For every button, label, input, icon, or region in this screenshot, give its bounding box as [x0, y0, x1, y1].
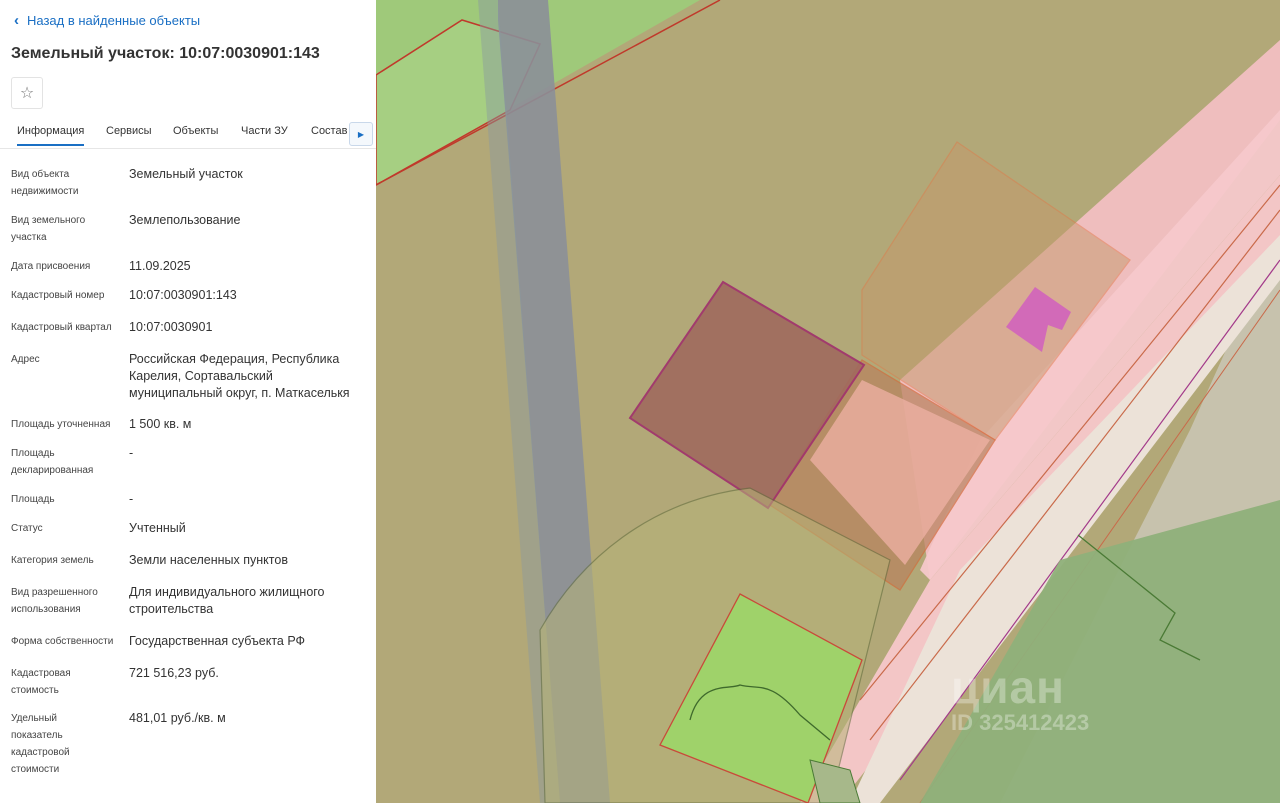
- tab-services[interactable]: Сервисы: [106, 125, 152, 137]
- tab-composition[interactable]: Состав: [311, 125, 347, 137]
- tab-info[interactable]: Информация: [17, 125, 85, 146]
- detail-label: Удельный показатель кадастровой стоимост…: [11, 713, 70, 775]
- cadastral-map[interactable]: циан ID 325412423: [376, 0, 1280, 803]
- detail-label: Кадастровая стоимость: [11, 668, 71, 696]
- detail-label: Дата присвоения: [11, 261, 91, 272]
- page-title: Земельный участок: 10:07:0030901:143: [11, 45, 320, 62]
- detail-value: Государственная субъекта РФ: [129, 634, 306, 648]
- chevron-right-icon: ▶: [357, 129, 365, 139]
- watermark-id: ID 325412423: [951, 710, 1090, 735]
- watermark: циан ID 325412423: [951, 660, 1089, 736]
- star-icon: ☆: [19, 85, 35, 102]
- detail-label: Статус: [11, 523, 43, 534]
- detail-value: Российская Федерация, Республика Карелия…: [129, 352, 350, 400]
- detail-value: 11.09.2025: [129, 259, 191, 273]
- back-link[interactable]: ‹ Назад в найденные объекты: [14, 13, 200, 28]
- info-panel: ‹ Назад в найденные объекты Земельный уч…: [0, 0, 376, 803]
- detail-value: 10:07:0030901:143: [129, 288, 237, 302]
- map-canvas[interactable]: [376, 0, 1280, 803]
- detail-label: Площадь декларированная: [11, 448, 94, 476]
- detail-value: 1 500 кв. м: [129, 417, 192, 431]
- detail-value: 10:07:0030901: [129, 320, 213, 334]
- detail-label: Кадастровый номер: [11, 290, 105, 301]
- favorite-button[interactable]: ☆: [11, 77, 43, 109]
- detail-label: Площадь уточненная: [11, 419, 111, 430]
- detail-value: Земли населенных пунктов: [129, 553, 288, 567]
- detail-label: Категория земель: [11, 555, 94, 566]
- detail-value: 721 516,23 руб.: [129, 666, 219, 680]
- tab-objects[interactable]: Объекты: [173, 125, 218, 137]
- detail-value: Земельный участок: [129, 167, 243, 181]
- tab-parts[interactable]: Части ЗУ: [241, 125, 288, 137]
- detail-value: Учтенный: [129, 521, 186, 535]
- watermark-logo: циан: [951, 661, 1065, 713]
- detail-label: Форма собственности: [11, 636, 114, 647]
- chevron-left-icon: ‹: [14, 12, 19, 29]
- detail-value: -: [129, 492, 134, 506]
- tab-bar: Информация Сервисы Объекты Части ЗУ Сост…: [0, 118, 376, 149]
- detail-label: Вид земельного участка: [11, 215, 86, 243]
- detail-label: Вид объекта недвижимости: [11, 169, 79, 197]
- detail-label: Площадь: [11, 494, 55, 505]
- detail-label: Адрес: [11, 354, 40, 365]
- back-link-label: Назад в найденные объекты: [27, 13, 201, 28]
- detail-value: Землепользование: [129, 213, 241, 227]
- detail-label: Вид разрешенного использования: [11, 587, 98, 615]
- detail-label: Кадастровый квартал: [11, 322, 112, 333]
- detail-value: Для индивидуального жилищного строительс…: [129, 585, 325, 616]
- detail-value: 481,01 руб./кв. м: [129, 711, 226, 725]
- tabs-scroll-button[interactable]: ▶: [349, 122, 373, 146]
- detail-value: -: [129, 446, 134, 460]
